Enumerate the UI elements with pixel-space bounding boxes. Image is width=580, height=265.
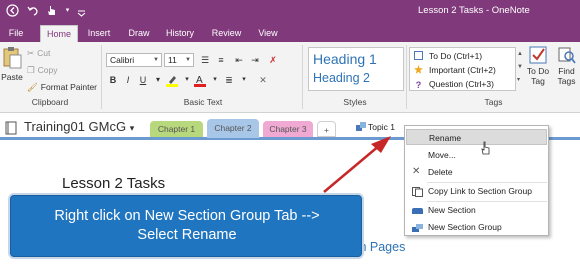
menu-item-move[interactable]: Move... [406,147,547,163]
context-menu: Rename Move... ✕ Delete Copy Link to Sec… [404,125,549,236]
callout-text: Right click on New Section Group Tab -->… [11,207,363,245]
menu-item-label: Move... [428,150,456,160]
menu-item-label: Delete [428,167,453,177]
menu-item-label: Copy Link to Section Group [428,186,532,196]
callout-line-2: Select Rename [137,227,237,243]
new-section-icon [412,205,423,215]
menu-item-rename[interactable]: Rename [406,129,547,145]
mouse-cursor-icon [481,141,490,155]
new-section-group-icon [412,222,423,232]
copy-link-icon [412,186,423,197]
menu-item-new-section-group[interactable]: New Section Group [406,219,547,235]
menu-item-copy-link[interactable]: Copy Link to Section Group [406,183,547,199]
instruction-callout: Right click on New Section Group Tab -->… [10,195,362,257]
menu-item-delete[interactable]: ✕ Delete [406,164,547,180]
menu-item-label: Rename [429,133,462,143]
menu-item-label: New Section [428,205,476,215]
callout-line-1: Right click on New Section Group Tab --> [54,208,320,224]
menu-item-label: New Section Group [428,222,502,232]
menu-item-new-section[interactable]: New Section [406,202,547,218]
delete-x-icon: ✕ [412,166,421,177]
